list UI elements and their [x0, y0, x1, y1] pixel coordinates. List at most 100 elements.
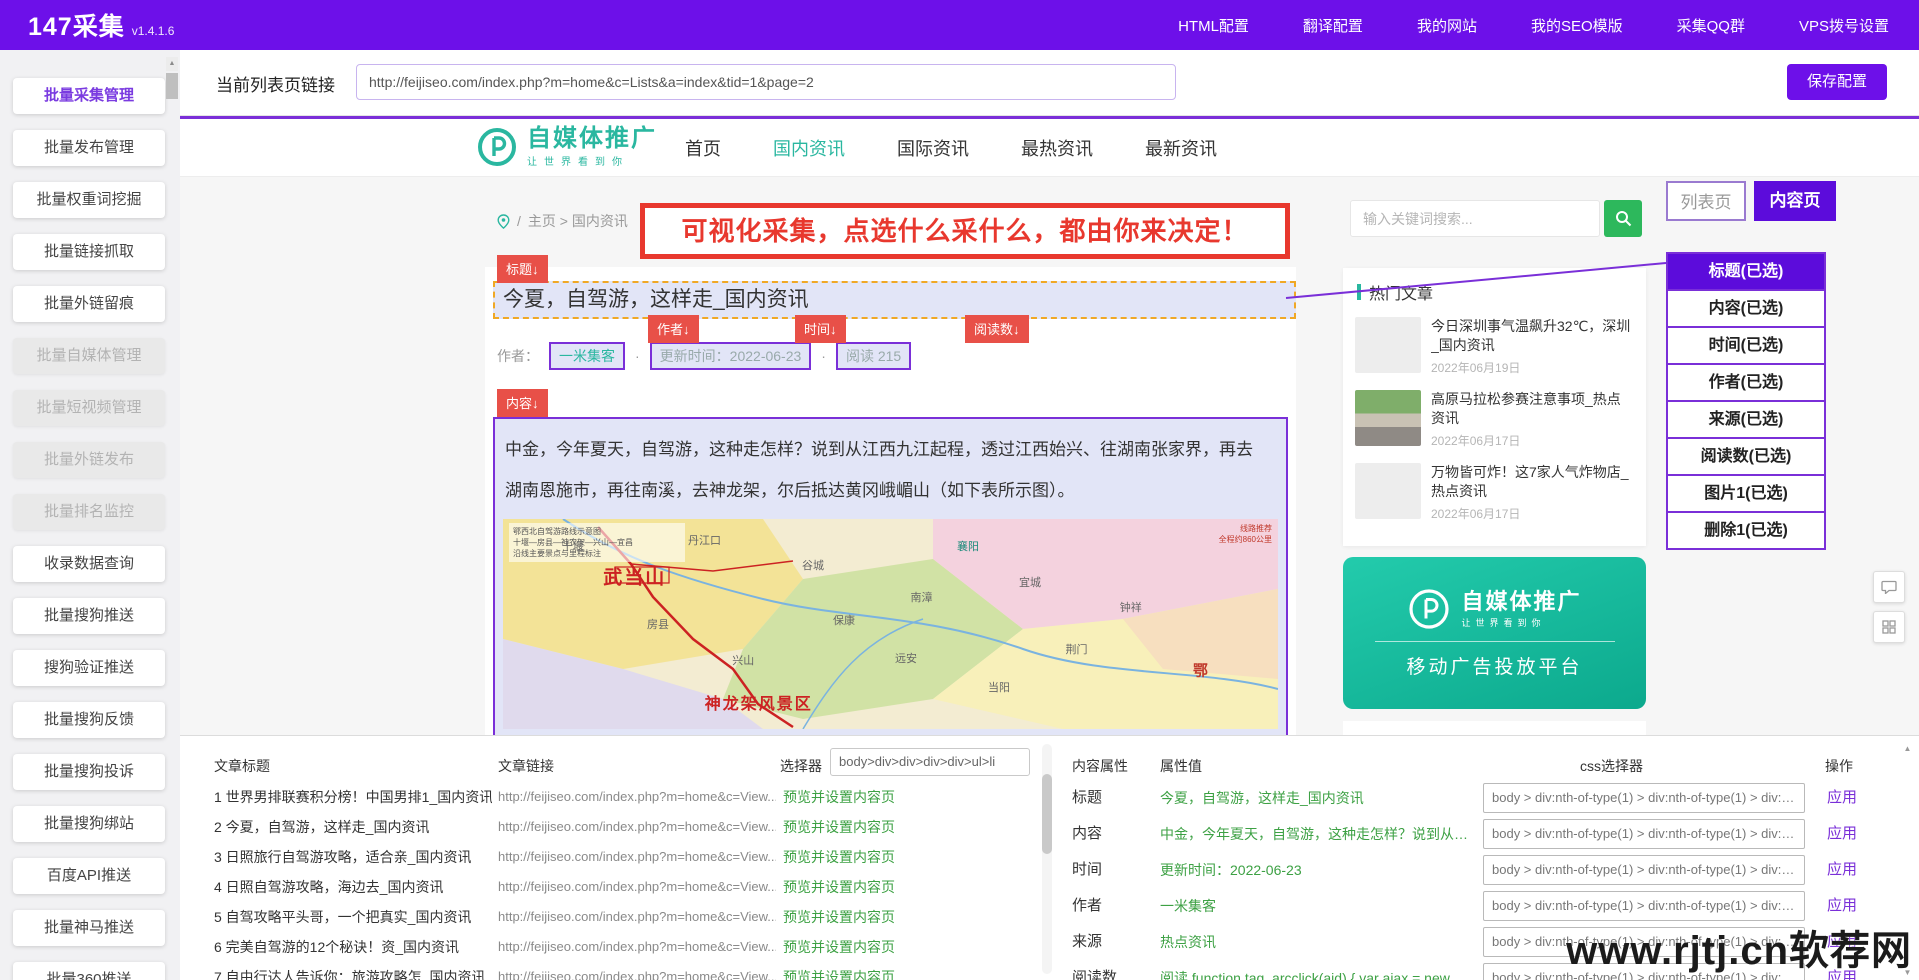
- top-menu-item[interactable]: 采集QQ群: [1677, 15, 1745, 36]
- sidebar-item[interactable]: 批量360推送: [13, 962, 165, 980]
- sidebar-item[interactable]: 批量搜狗投诉: [13, 754, 165, 790]
- marker-title-tag[interactable]: 标题↓: [497, 255, 548, 283]
- page-type-tab[interactable]: 内容页: [1754, 181, 1836, 221]
- row-article-link[interactable]: http://feijiseo.com/index.php?m=home&c=V…: [498, 962, 776, 980]
- field-button[interactable]: 标题(已选): [1666, 252, 1826, 291]
- row-article-title[interactable]: 6 完美自驾游的12个秘诀！资_国内资讯: [214, 932, 492, 962]
- sidebar-item[interactable]: 批量发布管理: [13, 130, 165, 166]
- row-article-link[interactable]: http://feijiseo.com/index.php?m=home&c=V…: [498, 812, 776, 842]
- list-item[interactable]: 万物皆可炸！这7家人气炸物店_热点资讯 2022年06月17日: [1343, 456, 1646, 529]
- preview-set-content-link[interactable]: 预览并设置内容页: [783, 812, 895, 842]
- preview-set-content-link[interactable]: 预览并设置内容页: [783, 782, 895, 812]
- site-logo[interactable]: 自媒体推广 让世界看到你: [476, 126, 657, 168]
- marker-author-tag[interactable]: 作者↓: [648, 315, 699, 343]
- apply-button[interactable]: 应用: [1827, 852, 1857, 888]
- scroll-up-icon[interactable]: ▲: [166, 57, 178, 71]
- sidebar-item[interactable]: 批量权重词挖掘: [13, 182, 165, 218]
- marker-time-tag[interactable]: 时间↓: [795, 315, 846, 343]
- field-button[interactable]: 作者(已选): [1666, 363, 1826, 402]
- row-article-link[interactable]: http://feijiseo.com/index.php?m=home&c=V…: [498, 872, 776, 902]
- hot-article-title[interactable]: 万物皆可炸！这7家人气炸物店_热点资讯: [1431, 463, 1634, 501]
- breadcrumb-path[interactable]: 主页 > 国内资讯: [528, 211, 628, 231]
- row-article-link[interactable]: http://feijiseo.com/index.php?m=home&c=V…: [498, 842, 776, 872]
- author-selection[interactable]: 一米集客: [549, 342, 625, 370]
- save-config-button[interactable]: 保存配置: [1787, 64, 1887, 100]
- list-item[interactable]: 今日深圳事气温飙升32℃，深圳_国内资讯 2022年06月19日: [1343, 310, 1646, 383]
- css-selector-input[interactable]: body > div:nth-of-type(1) > div:nth-of-t…: [1483, 819, 1805, 849]
- qr-grid-button[interactable]: [1873, 611, 1905, 643]
- list-url-input[interactable]: http://feijiseo.com/index.php?m=home&c=L…: [356, 64, 1176, 100]
- keyword-search-input[interactable]: 输入关键词搜索...: [1350, 200, 1600, 237]
- sidebar-item[interactable]: 批量神马推送: [13, 910, 165, 946]
- top-menu-item[interactable]: HTML配置: [1178, 15, 1249, 36]
- top-menu-item[interactable]: 我的网站: [1417, 15, 1477, 36]
- top-menu-item[interactable]: VPS拨号设置: [1799, 15, 1889, 36]
- map-legend-line: 鄂西北自驾游路线示意图: [513, 526, 681, 537]
- marker-views-tag[interactable]: 阅读数↓: [965, 315, 1029, 343]
- preview-set-content-link[interactable]: 预览并设置内容页: [783, 932, 895, 962]
- sidebar-item[interactable]: 批量外链留痕: [13, 286, 165, 322]
- sidebar-item[interactable]: 批量链接抓取: [13, 234, 165, 270]
- row-article-title[interactable]: 1 世界男排联赛积分榜！中国男排1_国内资讯: [214, 782, 492, 812]
- top-menu-item[interactable]: 我的SEO模版: [1531, 15, 1623, 36]
- content-scrollbar[interactable]: ▲: [166, 57, 178, 99]
- field-button[interactable]: 内容(已选): [1666, 289, 1826, 328]
- row-article-title[interactable]: 3 日照旅行自驾游攻略，适合亲_国内资讯: [214, 842, 492, 872]
- table-row: 4 日照自驾游攻略，海边去_国内资讯 http://feijiseo.com/i…: [180, 872, 1040, 902]
- nav-item[interactable]: 最热资讯: [1021, 135, 1093, 161]
- nav-item[interactable]: 国内资讯: [773, 135, 845, 161]
- time-selection[interactable]: 更新时间：2022-06-23: [650, 342, 812, 370]
- sidebar-item[interactable]: 批量搜狗反馈: [13, 702, 165, 738]
- article-title-selection[interactable]: 今夏，自驾游，这样走_国内资讯: [493, 281, 1296, 319]
- row-article-link[interactable]: http://feijiseo.com/index.php?m=home&c=V…: [498, 782, 776, 812]
- nav-item[interactable]: 首页: [685, 135, 721, 161]
- sidebar-item[interactable]: 批量搜狗绑站: [13, 806, 165, 842]
- field-button[interactable]: 时间(已选): [1666, 326, 1826, 365]
- row-article-title[interactable]: 7 自由行达人告诉你：旅游攻略怎_国内资讯: [214, 962, 492, 980]
- css-selector-input[interactable]: body > div:nth-of-type(1) > div:nth-of-t…: [1483, 783, 1805, 813]
- sidebar-item[interactable]: 批量自媒体管理: [13, 338, 165, 374]
- sidebar-item[interactable]: 批量排名监控: [13, 494, 165, 530]
- hot-article-title[interactable]: 今日深圳事气温飙升32℃，深圳_国内资讯: [1431, 317, 1634, 355]
- preview-set-content-link[interactable]: 预览并设置内容页: [783, 962, 895, 980]
- page-type-tab[interactable]: 列表页: [1666, 181, 1746, 221]
- preview-set-content-link[interactable]: 预览并设置内容页: [783, 842, 895, 872]
- sidebar-item[interactable]: 批量搜狗推送: [13, 598, 165, 634]
- nav-item[interactable]: 国际资讯: [897, 135, 969, 161]
- field-button[interactable]: 删除1(已选): [1666, 511, 1826, 550]
- row-article-link[interactable]: http://feijiseo.com/index.php?m=home&c=V…: [498, 902, 776, 932]
- field-button[interactable]: 来源(已选): [1666, 400, 1826, 439]
- field-button[interactable]: 阅读数(已选): [1666, 437, 1826, 476]
- list-selector-input[interactable]: body>div>div>div>div>ul>li: [830, 748, 1030, 776]
- top-menu-item[interactable]: 翻译配置: [1303, 15, 1363, 36]
- marker-content-tag[interactable]: 内容↓: [497, 389, 548, 417]
- field-button[interactable]: 图片1(已选): [1666, 474, 1826, 513]
- row-article-title[interactable]: 4 日照自驾游攻略，海边去_国内资讯: [214, 872, 492, 902]
- nav-item[interactable]: 最新资讯: [1145, 135, 1217, 161]
- row-article-title[interactable]: 5 自驾攻略平头哥，一个把真实_国内资讯: [214, 902, 492, 932]
- sidebar-item[interactable]: 批量外链发布: [13, 442, 165, 478]
- article-content-selection[interactable]: 中金，今年夏天，自驾游，这种走怎样？说到从江西九江起程，透过江西始兴、往湖南张家…: [493, 417, 1288, 735]
- row-article-link[interactable]: http://feijiseo.com/index.php?m=home&c=V…: [498, 932, 776, 962]
- apply-button[interactable]: 应用: [1827, 816, 1857, 852]
- row-article-title[interactable]: 2 今夏，自驾游，这样走_国内资讯: [214, 812, 492, 842]
- sidebar-item[interactable]: 批量采集管理: [13, 78, 165, 114]
- feedback-button[interactable]: [1873, 571, 1905, 603]
- list-scrollbar-thumb[interactable]: [1042, 774, 1052, 854]
- css-selector-input[interactable]: body > div:nth-of-type(1) > div:nth-of-t…: [1483, 891, 1805, 921]
- preview-set-content-link[interactable]: 预览并设置内容页: [783, 902, 895, 932]
- apply-button[interactable]: 应用: [1827, 780, 1857, 816]
- sidebar-item[interactable]: 收录数据查询: [13, 546, 165, 582]
- sidebar-item[interactable]: 批量短视频管理: [13, 390, 165, 426]
- list-item[interactable]: 高原马拉松参赛注意事项_热点资讯 2022年06月17日: [1343, 383, 1646, 456]
- views-selection[interactable]: 阅读 215: [836, 342, 911, 370]
- scrollbar-thumb[interactable]: [166, 73, 178, 99]
- preview-set-content-link[interactable]: 预览并设置内容页: [783, 872, 895, 902]
- css-selector-input[interactable]: body > div:nth-of-type(1) > div:nth-of-t…: [1483, 855, 1805, 885]
- search-button[interactable]: [1604, 200, 1642, 237]
- sidebar-item[interactable]: 搜狗验证推送: [13, 650, 165, 686]
- ad-banner[interactable]: 自媒体推广 让世界看到你 移动广告投放平台: [1343, 557, 1646, 709]
- hot-article-title[interactable]: 高原马拉松参赛注意事项_热点资讯: [1431, 390, 1634, 428]
- scroll-up-icon[interactable]: ▲: [1902, 744, 1913, 753]
- sidebar-item[interactable]: 百度API推送: [13, 858, 165, 894]
